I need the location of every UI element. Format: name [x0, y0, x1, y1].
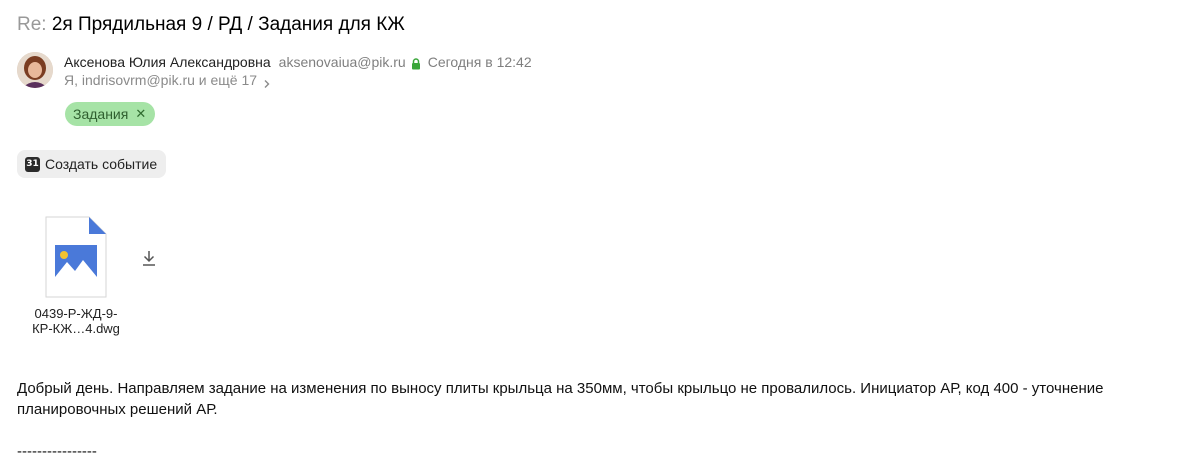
email-body: Добрый день. Направляем задание на измен…	[17, 380, 1104, 418]
attachment-name-line1: 0439-Р-ЖД-9-	[34, 306, 118, 321]
recipients-text: Я, indrisovrm@pik.ru и ещё 17	[64, 72, 258, 88]
avatar[interactable]	[17, 52, 53, 88]
sender-email[interactable]: aksenovaiua@pik.ru	[279, 53, 406, 71]
lock-icon	[411, 56, 421, 70]
chevron-right-icon	[263, 75, 271, 88]
create-event-button[interactable]: 31 Создать событие	[17, 150, 167, 178]
remove-label-icon[interactable]: ✕	[135, 106, 146, 122]
sent-date: Сегодня в 12:42	[427, 54, 532, 70]
download-icon[interactable]	[141, 250, 157, 267]
image-file-icon	[45, 216, 107, 298]
sender-line: Аксенова Юлия Александровна aksenovaiua@…	[64, 53, 532, 71]
attachment-name-line2: КР-КЖ…4.dwg	[32, 321, 120, 336]
sender-name[interactable]: Аксенова Юлия Александровна	[64, 53, 271, 71]
create-event-label: Создать событие	[45, 156, 158, 172]
recipients-toggle[interactable]: Я, indrisovrm@pik.ru и ещё 17	[64, 71, 271, 89]
reply-prefix: Re:	[17, 14, 47, 35]
subject-title: 2я Прядильная 9 / РД / Задания для КЖ	[51, 14, 405, 35]
calendar-icon: 31	[25, 156, 40, 172]
email-subject: Re: 2я Прядильная 9 / РД / Задания для К…	[17, 12, 405, 38]
label-text: Задания	[73, 106, 129, 122]
avatar-photo	[17, 52, 53, 88]
label-chip[interactable]: Задания ✕	[65, 102, 156, 126]
attachment-name: 0439-Р-ЖД-9- КР-КЖ…4.dwg	[17, 306, 135, 336]
